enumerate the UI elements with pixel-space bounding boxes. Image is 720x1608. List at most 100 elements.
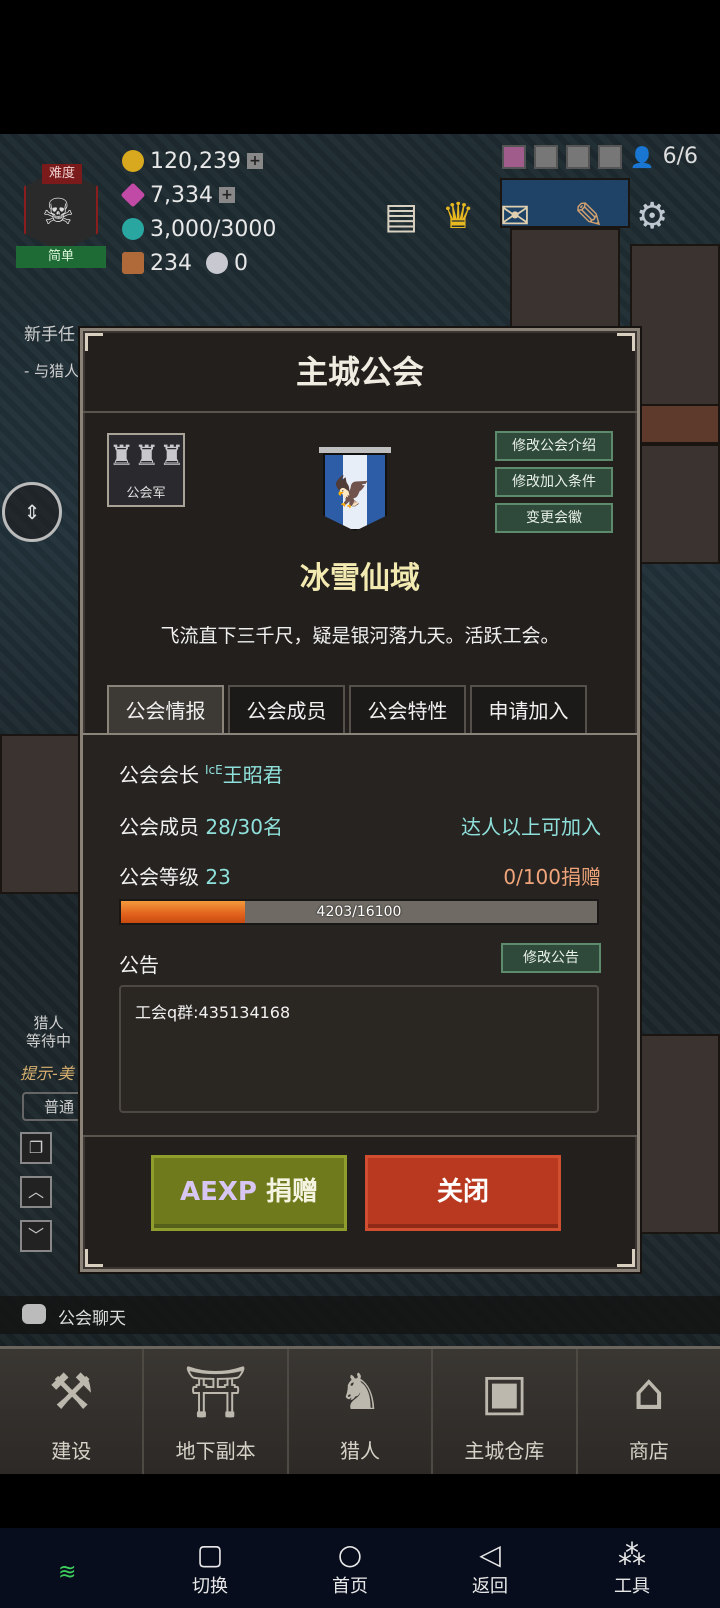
tab-guild-traits[interactable]: 公会特性 bbox=[349, 685, 466, 735]
dungeon-gate-icon: ⛩ bbox=[183, 1363, 248, 1421]
hunter-waiting-line-2: 等待中 bbox=[26, 1032, 72, 1050]
members-label: 公会成员 bbox=[119, 815, 199, 839]
notice-text: 工会q群:435134168 bbox=[135, 1003, 291, 1022]
skull-icon: ☠ bbox=[42, 192, 75, 233]
change-emblem-button[interactable]: 变更会徽 bbox=[495, 503, 613, 533]
mail-icon[interactable]: ✉ bbox=[500, 196, 530, 237]
settings-gear-icon[interactable]: ⚙ bbox=[636, 196, 668, 237]
hunter-waiting-line-1: 猎人 bbox=[33, 1014, 64, 1032]
nav-back-label: 返回 bbox=[472, 1576, 508, 1597]
guild-dialog: 主城公会 ♜♜♜ 公会军 🦅 修改公会介绍 修改加入条件 变更会徽 冰雪仙域 飞… bbox=[80, 328, 640, 1272]
difficulty-badge[interactable]: 难度 ☠ 简单 bbox=[16, 164, 106, 272]
army-label: 公会军 bbox=[126, 486, 166, 501]
menu-shop-label: 商店 bbox=[628, 1439, 669, 1463]
nav-back-button[interactable]: ◁ 返回 bbox=[450, 1538, 530, 1598]
book-icon[interactable]: ▤ bbox=[384, 196, 418, 237]
members-value: 28/30名 bbox=[205, 815, 283, 839]
guild-xp-bar: 4203/16100 bbox=[119, 899, 599, 925]
orb-amount: 0 bbox=[234, 250, 248, 276]
guild-chat-bar[interactable]: 公会聊天 bbox=[0, 1296, 720, 1334]
level-value: 23 bbox=[205, 865, 231, 889]
chat-bubble-icon bbox=[22, 1304, 46, 1324]
eagle-icon: 🦅 bbox=[333, 475, 371, 510]
menu-hunter-label: 猎人 bbox=[340, 1439, 381, 1463]
nav-tools-label: 工具 bbox=[614, 1576, 650, 1597]
nav-home-button[interactable]: ○ 首页 bbox=[310, 1538, 390, 1598]
circle-icon: ○ bbox=[337, 1538, 363, 1571]
menu-dungeon-label: 地下副本 bbox=[175, 1439, 256, 1463]
crystal-icon bbox=[122, 218, 144, 240]
edit-guild-intro-button[interactable]: 修改公会介绍 bbox=[495, 431, 613, 461]
square-icon: ▢ bbox=[196, 1538, 224, 1571]
members-row: 公会成员 28/30名 bbox=[119, 811, 283, 840]
system-nav-bar: ▢ 切换 ○ 首页 ◁ 返回 ⁂ 工具 bbox=[0, 1528, 720, 1608]
top-right-hud: 👤 6/6 bbox=[501, 144, 698, 169]
edit-notice-button[interactable]: 修改公告 bbox=[501, 943, 601, 973]
wifi-icon: ≋ bbox=[58, 1560, 77, 1585]
scroll-nav-button[interactable]: ⇕ bbox=[2, 482, 62, 542]
newbie-task-label[interactable]: 新手任 bbox=[24, 320, 75, 345]
back-triangle-icon: ◁ bbox=[479, 1538, 501, 1571]
guild-emblem: 🦅 bbox=[319, 447, 391, 533]
menu-build[interactable]: ⚒ 建设 bbox=[0, 1349, 145, 1474]
gem-icon bbox=[120, 182, 146, 208]
guild-tabs: 公会情报 公会成员 公会特性 申请加入 bbox=[107, 685, 587, 735]
nav-switch-button[interactable]: ▢ 切换 bbox=[170, 1538, 250, 1598]
menu-storage[interactable]: ▣ 主城仓库 bbox=[433, 1349, 578, 1474]
nav-home-label: 首页 bbox=[332, 1576, 368, 1597]
hint-label: 提示-美 bbox=[20, 1064, 74, 1083]
quest-icon[interactable]: ✎ bbox=[574, 196, 604, 237]
chest-icon: ▣ bbox=[480, 1363, 529, 1421]
menu-storage-label: 主城仓库 bbox=[464, 1439, 545, 1463]
gift-box-icon[interactable] bbox=[565, 144, 590, 169]
gold-coin-icon bbox=[122, 150, 144, 172]
gem-resource: 7,334 + bbox=[120, 180, 235, 210]
task-subtext: - 与猎人 bbox=[24, 362, 80, 380]
tab-apply-join[interactable]: 申请加入 bbox=[470, 685, 587, 735]
scroll-icon bbox=[122, 252, 144, 274]
menu-dungeon[interactable]: ⛩ 地下副本 bbox=[144, 1349, 289, 1474]
chat-scroll-up-button[interactable]: ︿ bbox=[20, 1176, 52, 1208]
hunter-waiting-label: 猎人 等待中 bbox=[26, 1014, 71, 1050]
gold-amount: 120,239 bbox=[150, 148, 241, 174]
guild-description: 飞流直下三千尺，疑是银河落九天。活跃工会。 bbox=[160, 625, 560, 647]
menu-hunter[interactable]: ♞ 猎人 bbox=[289, 1349, 434, 1474]
edit-join-conditions-button[interactable]: 修改加入条件 bbox=[495, 467, 613, 497]
hunter-count: 6/6 bbox=[662, 144, 698, 169]
leader-tag: IcE bbox=[205, 763, 223, 777]
scroll-resource: 234 0 bbox=[122, 248, 248, 278]
chat-scroll-down-button[interactable]: ﹀ bbox=[20, 1220, 52, 1252]
hammer-icon: ⚒ bbox=[48, 1363, 94, 1421]
guild-army-button[interactable]: ♜♜♜ 公会军 bbox=[107, 433, 185, 507]
donate-currency: AEXP bbox=[179, 1177, 257, 1207]
gift-icon[interactable] bbox=[533, 144, 558, 169]
close-button[interactable]: 关闭 bbox=[365, 1155, 561, 1231]
trophy-cup-icon[interactable] bbox=[597, 144, 622, 169]
add-gem-button[interactable]: + bbox=[218, 187, 235, 203]
footer-divider bbox=[83, 1135, 637, 1137]
crystal-resource: 3,000/3000 bbox=[122, 214, 276, 244]
level-row: 公会等级 23 bbox=[119, 861, 231, 890]
donation-progress: 0/100捐赠 bbox=[503, 865, 601, 889]
leader-name[interactable]: 王昭君 bbox=[223, 763, 283, 787]
guild-chat-label: 公会聊天 bbox=[58, 1309, 126, 1329]
guild-name: 冰雪仙域 bbox=[300, 561, 420, 596]
difficulty-level-label: 简单 bbox=[16, 246, 106, 268]
nav-switch-label: 切换 bbox=[192, 1576, 228, 1597]
donate-button[interactable]: AEXP 捐赠 bbox=[151, 1155, 347, 1231]
nav-tools-button[interactable]: ⁂ 工具 bbox=[592, 1538, 672, 1598]
trophy-icon[interactable]: ♛ bbox=[442, 196, 474, 237]
event-icon[interactable] bbox=[501, 144, 526, 169]
gem-amount: 7,334 bbox=[150, 182, 213, 208]
donate-label: 捐赠 bbox=[266, 1177, 319, 1207]
leader-row: 公会会长 IcE王昭君 bbox=[119, 759, 283, 788]
add-gold-button[interactable]: + bbox=[246, 153, 263, 169]
tab-guild-info[interactable]: 公会情报 bbox=[107, 685, 224, 735]
army-soldiers-icon: ♜♜♜ bbox=[109, 439, 185, 472]
tab-guild-members[interactable]: 公会成员 bbox=[228, 685, 345, 735]
menu-shop[interactable]: ⌂ 商店 bbox=[578, 1349, 720, 1474]
menu-build-label: 建设 bbox=[51, 1439, 92, 1463]
guild-xp-text: 4203/16100 bbox=[316, 904, 402, 920]
chat-window-toggle[interactable]: ❐ bbox=[20, 1132, 52, 1164]
orb-icon bbox=[206, 252, 228, 274]
